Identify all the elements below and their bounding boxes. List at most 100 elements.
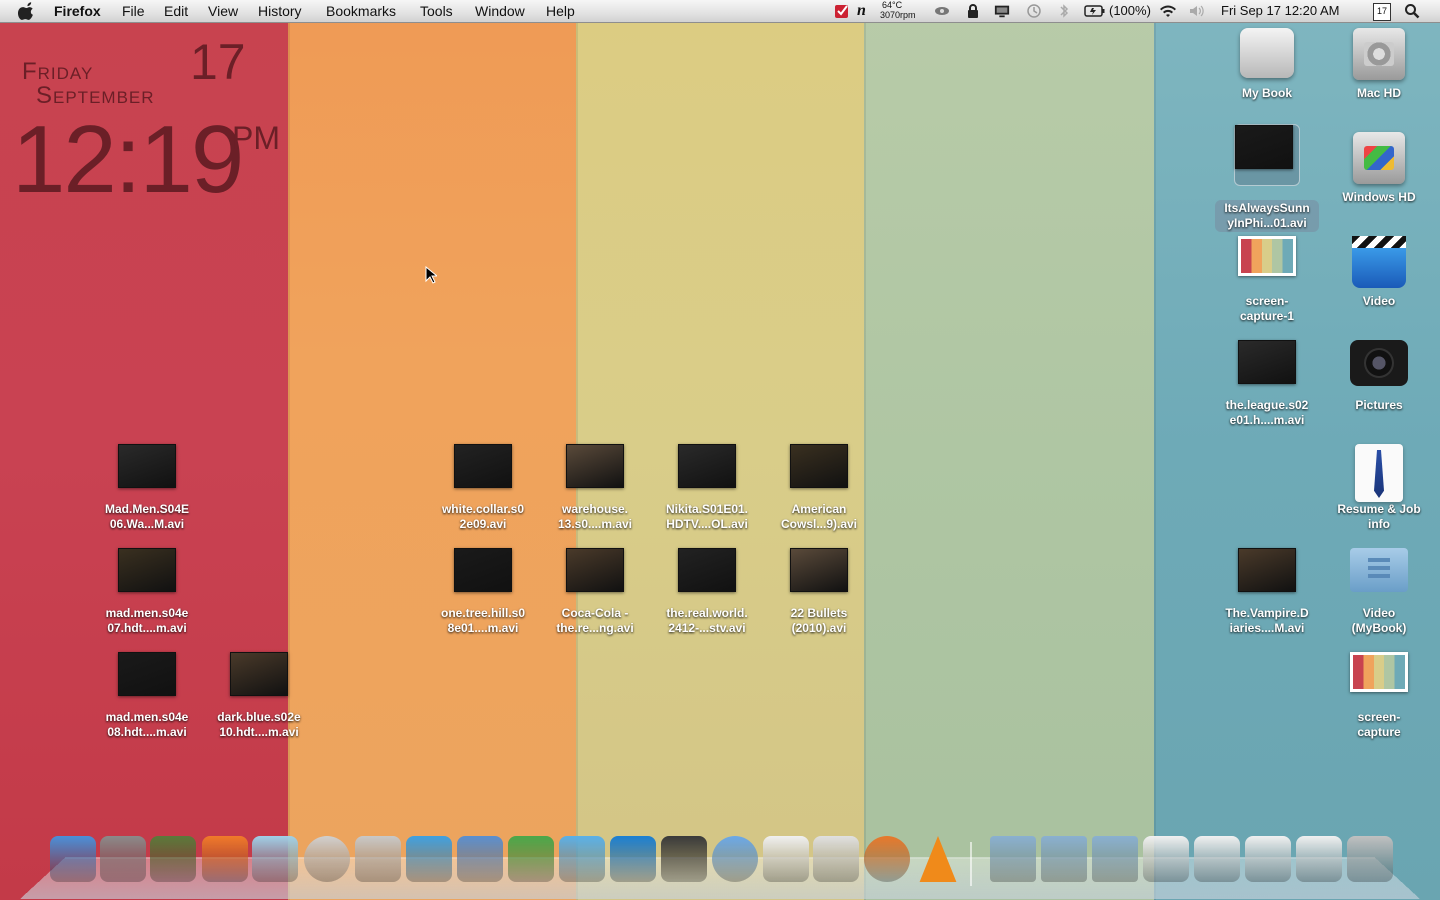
gmail-icon[interactable] xyxy=(813,836,859,882)
temperature-readout[interactable]: 64°C xyxy=(882,1,902,10)
menu-bookmarks[interactable]: Bookmarks xyxy=(326,2,396,20)
eye-icon[interactable] xyxy=(934,3,950,19)
thumbnail-image xyxy=(1238,340,1296,384)
desktop-icon[interactable]: Pictures xyxy=(1323,340,1435,413)
video-thumbnail xyxy=(566,548,624,592)
itunes-icon[interactable] xyxy=(712,836,758,882)
camera-lens xyxy=(1364,348,1394,378)
word-processor-icon[interactable] xyxy=(559,836,605,882)
shirt-tie-icon xyxy=(1350,444,1408,502)
todo-check-icon[interactable] xyxy=(834,3,850,19)
minimized-firefox-window-icon[interactable] xyxy=(1296,836,1342,882)
finder-icon[interactable] xyxy=(50,836,96,882)
thumbnail-image xyxy=(678,548,736,592)
desktop-icon[interactable]: warehouse. 13.s0....m.avi xyxy=(539,444,651,532)
camera-body xyxy=(1350,340,1408,386)
display-mirroring-icon[interactable] xyxy=(994,3,1010,19)
desktop-icon[interactable]: Video xyxy=(1323,236,1435,309)
fan-speed-readout[interactable]: 3070rpm xyxy=(880,11,916,20)
minimized-window-icon[interactable] xyxy=(1143,836,1189,882)
menu-history[interactable]: History xyxy=(258,2,302,20)
desktop-icon[interactable]: dark.blue.s02e 10.hdt....m.avi xyxy=(203,652,315,740)
apple-menu-icon[interactable] xyxy=(18,2,36,20)
desktop-icon[interactable]: mad.men.s04e 08.hdt....m.avi xyxy=(91,652,203,740)
desktop-icon[interactable]: ItsAlwaysSunn yInPhi...01.avi xyxy=(1211,124,1323,232)
desktop-icon[interactable]: American Cowsl...9).avi xyxy=(763,444,875,532)
twitter-bird-icon[interactable] xyxy=(406,836,452,882)
desktop-icon[interactable]: screen- capture xyxy=(1323,652,1435,740)
time-machine-icon[interactable] xyxy=(1026,3,1042,19)
video-thumbnail xyxy=(678,444,736,488)
desktop-icon-label: one.tree.hill.s0 8e01....m.avi xyxy=(440,606,526,635)
thumbnail-image xyxy=(678,444,736,488)
drive-body xyxy=(1353,28,1405,80)
dvd-player-icon[interactable] xyxy=(355,836,401,882)
menu-tools[interactable]: Tools xyxy=(420,2,453,20)
menu-clock[interactable]: Fri Sep 17 12:20 AM xyxy=(1221,2,1340,20)
video-thumbnail xyxy=(230,652,288,696)
downloads-folder-icon[interactable] xyxy=(1092,836,1138,882)
minimized-window-icon[interactable] xyxy=(1194,836,1240,882)
menu-view[interactable]: View xyxy=(208,2,238,20)
dvd-icon[interactable] xyxy=(304,836,350,882)
desktop-icon[interactable]: white.collar.s0 2e09.avi xyxy=(427,444,539,532)
desktop-icon[interactable]: Windows HD xyxy=(1323,132,1435,205)
wifi-icon[interactable] xyxy=(1158,3,1178,19)
thumbnail-image xyxy=(566,444,624,488)
thumbnail-image xyxy=(454,548,512,592)
notational-n-icon[interactable]: n xyxy=(857,2,866,20)
steam-icon[interactable] xyxy=(661,836,707,882)
raygun-icon[interactable] xyxy=(150,836,196,882)
wallpaper-stripe-green xyxy=(864,0,1154,900)
desktop-icon[interactable]: the.real.world. 2412-...stv.avi xyxy=(651,548,763,636)
desktop-icon[interactable]: Coca-Cola - the.re...ng.avi xyxy=(539,548,651,636)
applications-folder-icon[interactable] xyxy=(990,836,1036,882)
delivery-truck-icon[interactable] xyxy=(457,836,503,882)
clapper-top xyxy=(1352,236,1406,248)
desktop-icon[interactable]: Video (MyBook) xyxy=(1323,548,1435,636)
desktop-icon[interactable]: mad.men.s04e 07.hdt....m.avi xyxy=(91,548,203,636)
desktop-icon[interactable]: Nikita.S01E01. HDTV....OL.avi xyxy=(651,444,763,532)
dock-separator xyxy=(970,842,972,886)
menu-help[interactable]: Help xyxy=(546,2,575,20)
lock-icon[interactable] xyxy=(965,3,981,19)
desktop-icon[interactable]: The.Vampire.D iaries....M.avi xyxy=(1211,548,1323,636)
desktop-icon[interactable]: the.league.s02 e01.h....m.avi xyxy=(1211,340,1323,428)
desktop-icon-label: the.real.world. 2412-...stv.avi xyxy=(666,606,748,635)
desktop-icon-label: My Book xyxy=(1241,86,1292,100)
desktop-icon-label: The.Vampire.D iaries....M.avi xyxy=(1225,606,1309,635)
video-thumbnail xyxy=(118,548,176,592)
firefox-icon[interactable] xyxy=(864,836,910,882)
desktop-icon[interactable]: My Book xyxy=(1211,28,1323,101)
desktop-icon[interactable]: Mac HD xyxy=(1323,28,1435,101)
calendar-icon[interactable] xyxy=(763,836,809,882)
green-person-icon[interactable] xyxy=(508,836,554,882)
flask-icon[interactable] xyxy=(252,836,298,882)
menu-window[interactable]: Window xyxy=(475,2,525,20)
menu-edit[interactable]: Edit xyxy=(164,2,188,20)
minimized-firefox-window-icon[interactable] xyxy=(1245,836,1291,882)
desktop-icon[interactable]: Mad.Men.S04E 06.Wa...M.avi xyxy=(91,444,203,532)
rss-icon[interactable] xyxy=(202,836,248,882)
documents-folder-icon[interactable] xyxy=(1041,836,1087,882)
thumbnail-image xyxy=(1235,125,1293,169)
calendar-menu-icon[interactable]: 17 xyxy=(1373,3,1391,21)
volume-icon[interactable] xyxy=(1188,3,1204,19)
photoshop-icon[interactable] xyxy=(610,836,656,882)
battery-icon[interactable] xyxy=(1084,3,1106,19)
desktop-icon[interactable]: Resume & Job info xyxy=(1323,444,1435,532)
desktop-icon[interactable]: one.tree.hill.s0 8e01....m.avi xyxy=(427,548,539,636)
trash-icon[interactable] xyxy=(1347,836,1393,882)
thumbnail-image xyxy=(790,548,848,592)
battery-percentage[interactable]: (100%) xyxy=(1109,2,1151,20)
clapper-body xyxy=(1352,248,1406,288)
app-menu-firefox[interactable]: Firefox xyxy=(54,2,101,20)
drive-label xyxy=(1364,146,1394,170)
menu-file[interactable]: File xyxy=(122,2,145,20)
spotlight-search-icon[interactable] xyxy=(1404,3,1420,19)
bluetooth-icon[interactable] xyxy=(1056,3,1072,19)
desktop-icon[interactable]: screen- capture-1 xyxy=(1211,236,1323,324)
desktop-icon[interactable]: 22 Bullets (2010).avi xyxy=(763,548,875,636)
system-preferences-icon[interactable] xyxy=(100,836,146,882)
screenshot-thumbnail xyxy=(1238,236,1296,280)
